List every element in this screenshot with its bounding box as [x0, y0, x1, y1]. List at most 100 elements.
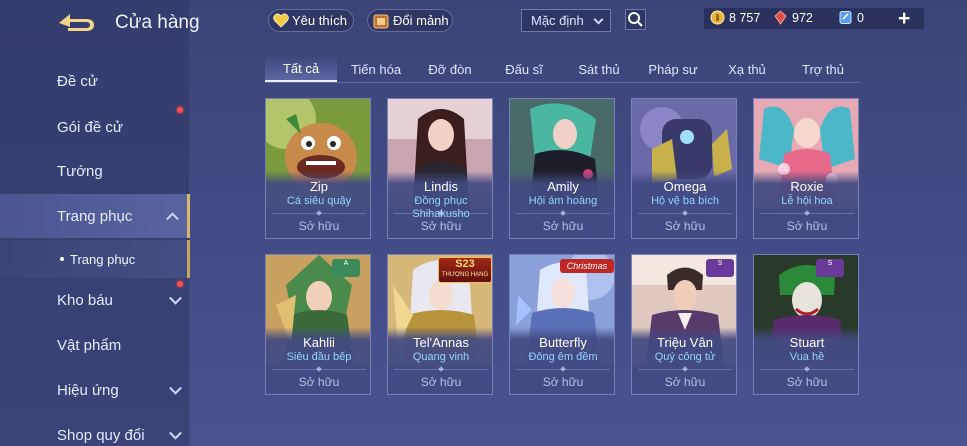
owned-status: Sở hữu [664, 219, 706, 233]
skin-name: Đồng phục Shihakusho [412, 195, 470, 220]
sidebar-item-exchange-shop[interactable]: Shop quy đổi [0, 413, 190, 446]
divider [516, 369, 610, 370]
owned-status: Sở hữu [298, 375, 340, 389]
hero-name: Roxie [790, 179, 824, 194]
hero-name: Tel'Annas [413, 335, 469, 350]
season-label: S23 [455, 258, 475, 270]
skin-name: Hộ vệ ba bích [651, 195, 719, 207]
skin-name: Hội ám hoàng [528, 195, 598, 207]
plus-icon[interactable]: + [898, 7, 910, 31]
tab-mage[interactable]: Pháp sư [637, 56, 709, 82]
sidebar-item-heroes[interactable]: Tướng [0, 149, 190, 193]
exchange-fragments-label: Đổi mảnh [393, 13, 449, 28]
voucher-icon [839, 11, 852, 24]
tab-marksman[interactable]: Xạ thủ [711, 56, 783, 82]
owned-status: Sở hữu [420, 375, 462, 389]
sidebar-item-label: Hiệu ứng [57, 381, 119, 399]
gem-amount: 972 [792, 10, 813, 25]
gold-amount: 8 757 [729, 10, 761, 25]
exchange-fragments-button[interactable]: Đổi mảnh [367, 9, 453, 32]
sidebar-item-label: Kho báu [57, 291, 113, 309]
hero-name: Triệu Vân [657, 335, 713, 350]
page-title: Cửa hàng [115, 12, 200, 33]
sidebar-item-label: Vật phẩm [57, 336, 122, 354]
tab-divider [265, 82, 860, 83]
owned-status: Sở hữu [664, 375, 706, 389]
skin-name: Siêu đầu bếp [286, 351, 352, 363]
divider [272, 369, 366, 370]
skin-card[interactable]: S Triệu Vân Quý công tử Sở hữu [631, 254, 737, 395]
ruby-icon [774, 10, 787, 25]
hero-name: Stuart [789, 335, 825, 350]
hero-name: Butterfly [539, 335, 587, 350]
owned-status: Sở hữu [542, 219, 584, 233]
sidebar-item-effects[interactable]: Hiệu ứng [0, 368, 190, 412]
divider [760, 213, 854, 214]
chevron-down-icon [593, 14, 604, 25]
tab-tank[interactable]: Đỡ đòn [414, 56, 486, 82]
owned-status: Sở hữu [420, 219, 462, 233]
sidebar-item-recommended-packs[interactable]: Gói đề cử [0, 105, 190, 149]
sidebar-item-recommended[interactable]: Đề cử [0, 59, 190, 103]
skin-card[interactable]: Amily Hội ám hoàng Sở hữu [509, 98, 615, 239]
chevron-down-icon [169, 426, 182, 440]
voucher-balance: 0 [838, 10, 864, 25]
skin-name: Vua hề [789, 351, 825, 363]
favorites-label: Yêu thích [292, 13, 347, 28]
sidebar-item-label: Đề cử [57, 72, 98, 90]
sidebar-item-label: Tướng [57, 162, 103, 180]
divider [516, 213, 610, 214]
tab-evolution[interactable]: Tiến hóa [340, 56, 412, 82]
chevron-down-icon [169, 381, 182, 395]
skin-card[interactable]: Omega Hộ vệ ba bích Sở hữu [631, 98, 737, 239]
tab-all[interactable]: Tất cả [265, 56, 337, 82]
skin-card[interactable]: S Stuart Vua hề Sở hữu [753, 254, 859, 395]
heart-icon [273, 12, 289, 30]
owned-status: Sở hữu [298, 219, 340, 233]
sidebar-item-skins[interactable]: Trang phục [0, 194, 190, 238]
divider [638, 213, 732, 214]
owned-status: Sở hữu [786, 375, 828, 389]
back-arrow-icon[interactable] [56, 11, 98, 35]
hero-name: Kahlii [303, 335, 335, 350]
skin-name: Quý công tử [654, 351, 716, 363]
divider [272, 213, 366, 214]
sidebar: Cửa hàng Đề cử Gói đề cử Tướng Trang phụ… [0, 0, 200, 446]
tab-assassin[interactable]: Sát thủ [563, 56, 635, 82]
skin-card[interactable]: Christmas Butterfly Đông êm đềm Sở hữu [509, 254, 615, 395]
search-icon [628, 12, 643, 27]
skin-name: Đông êm đềm [528, 351, 598, 363]
bullet-icon [60, 257, 64, 261]
skin-name: Lễ hội hoa [781, 195, 833, 207]
sidebar-item-items[interactable]: Vật phẩm [0, 323, 190, 367]
divider [638, 369, 732, 370]
skin-name: Quang vinh [412, 351, 470, 363]
season-badge-icon: S23 THƯỢNG HẠNG [438, 257, 492, 283]
sidebar-item-label: Gói đề cử [57, 118, 123, 136]
divider [394, 369, 488, 370]
sidebar-item-label: Shop quy đổi [57, 426, 145, 444]
owned-status: Sở hữu [786, 219, 828, 233]
divider [394, 213, 488, 214]
divider [760, 369, 854, 370]
owned-status: Sở hữu [542, 375, 584, 389]
tab-fighter[interactable]: Đấu sĩ [488, 56, 560, 82]
search-button[interactable] [625, 9, 646, 30]
hero-name: Amily [547, 179, 579, 194]
skin-card[interactable]: A Kahlii Siêu đầu bếp Sở hữu [265, 254, 371, 395]
sort-dropdown[interactable]: Mặc định [521, 9, 611, 32]
notification-dot [177, 281, 183, 287]
gold-coin-icon [710, 10, 725, 25]
rank-label: THƯỢNG HẠNG [441, 272, 489, 278]
skin-card[interactable]: Zip Cá siêu quậy Sở hữu [265, 98, 371, 239]
sidebar-item-label: Trang phục [57, 207, 133, 225]
sidebar-subitem-skins[interactable]: Trang phục [0, 240, 190, 278]
notification-dot [177, 107, 183, 113]
favorites-button[interactable]: Yêu thích [268, 9, 354, 32]
skin-card[interactable]: Roxie Lễ hội hoa Sở hữu [753, 98, 859, 239]
hero-name: Omega [663, 179, 707, 194]
tab-support[interactable]: Trợ thủ [786, 56, 860, 82]
skin-card[interactable]: Lindis Đồng phục Shihakusho Sở hữu [387, 98, 493, 239]
skin-card[interactable]: S23 THƯỢNG HẠNG Tel'Annas Quang vinh Sở … [387, 254, 493, 395]
sidebar-item-treasure[interactable]: Kho báu [0, 278, 190, 322]
